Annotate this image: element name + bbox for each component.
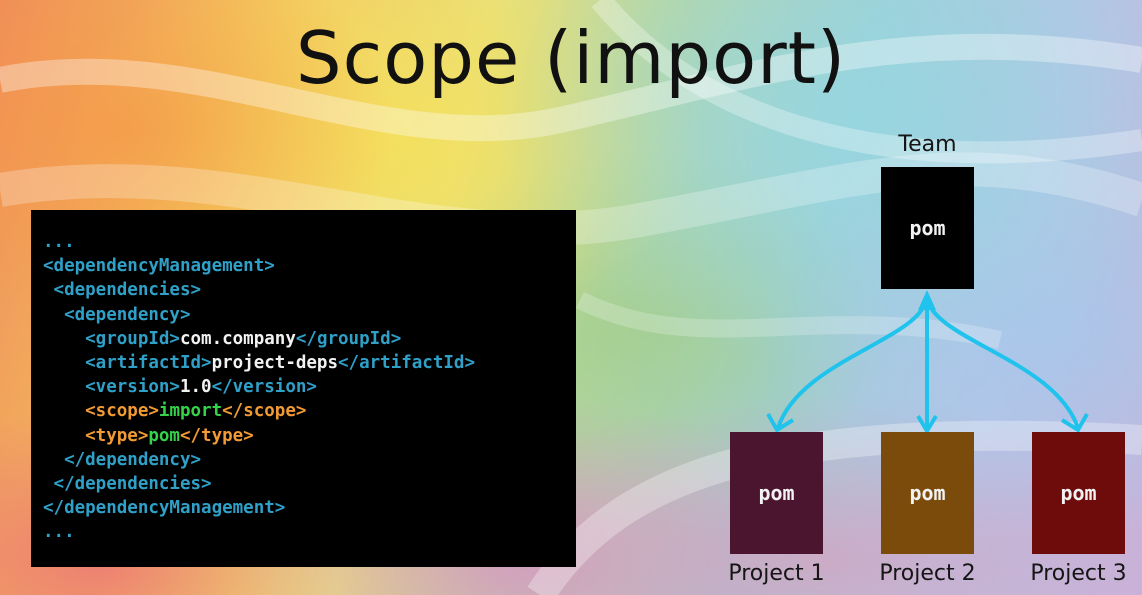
project-1-pom-text: pom	[758, 481, 795, 505]
code-tag-open: <scope>	[43, 401, 159, 422]
project-1-pom-box: pom	[730, 432, 823, 554]
code-line: <dependency>	[43, 303, 564, 327]
code-tag-open: <dependencyManagement>	[43, 256, 275, 277]
code-line: </dependencies>	[43, 472, 564, 496]
team-label: Team	[898, 132, 957, 157]
code-tag-open: </dependency>	[43, 449, 202, 470]
project-2-pom-text: pom	[909, 481, 946, 505]
code-tag-open: </dependencyManagement>	[43, 498, 286, 519]
team-pom-text: pom	[909, 216, 946, 240]
project-1-label: Project 1	[728, 561, 825, 586]
project-3-pom-text: pom	[1060, 481, 1097, 505]
code-line: </dependencyManagement>	[43, 496, 564, 520]
code-line: ...	[43, 520, 564, 544]
code-value: pom	[148, 425, 180, 446]
project-2-pom-box: pom	[881, 432, 974, 554]
project-3-pom-box: pom	[1032, 432, 1125, 554]
code-line: </dependency>	[43, 448, 564, 472]
code-lines: ... <dependencyManagement> <dependencies>…	[43, 230, 564, 545]
code-tag-open: <dependency>	[43, 304, 191, 325]
code-value: 1.0	[179, 377, 212, 398]
code-tag-open: <version>	[43, 377, 180, 398]
code-value: import	[158, 401, 223, 422]
project-2-label: Project 2	[879, 561, 976, 586]
code-tag-open: ...	[43, 522, 75, 543]
code-tag-open: ...	[43, 232, 75, 252]
slide-title: Scope (import)	[295, 16, 847, 100]
code-line: <groupId>com.company</groupId>	[43, 327, 564, 351]
code-tag-open: </dependencies>	[43, 474, 212, 495]
code-line: <type>pom</type>	[43, 424, 564, 448]
code-panel: ... <dependencyManagement> <dependencies>…	[31, 210, 576, 567]
code-value: project-deps	[211, 353, 339, 374]
code-tag-close: </type>	[179, 425, 254, 446]
code-line: <artifactId>project-deps</artifactId>	[43, 351, 564, 375]
code-tag-open: <artifactId>	[43, 353, 212, 374]
code-line: <dependencyManagement>	[43, 254, 564, 278]
code-tag-open: <type>	[43, 425, 149, 446]
code-tag-open: <dependencies>	[43, 280, 202, 301]
code-line: ...	[43, 230, 564, 254]
code-value: com.company	[179, 328, 296, 349]
code-tag-close: </artifactId>	[338, 353, 475, 374]
code-tag-close: </scope>	[222, 401, 307, 422]
code-line: <scope>import</scope>	[43, 399, 564, 423]
code-tag-close: </version>	[211, 377, 317, 398]
project-3-label: Project 3	[1030, 561, 1127, 586]
code-tag-close: </groupId>	[295, 328, 402, 349]
team-pom-box: pom	[881, 167, 974, 289]
code-line: <dependencies>	[43, 278, 564, 302]
code-tag-open: <groupId>	[43, 328, 180, 349]
code-line: <version>1.0</version>	[43, 375, 564, 399]
